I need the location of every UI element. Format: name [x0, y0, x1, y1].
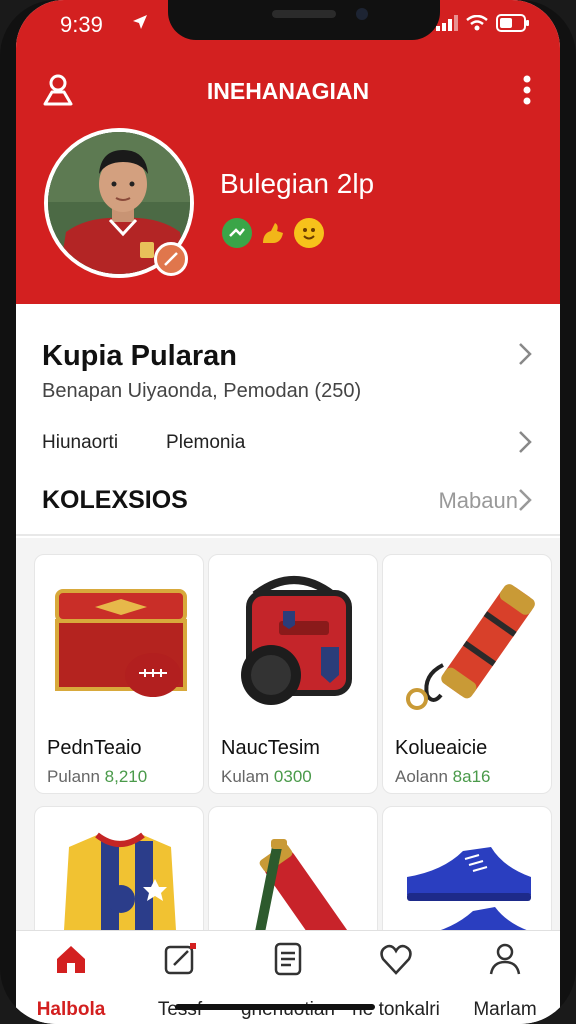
- green-badge-icon: [222, 218, 252, 248]
- product-card[interactable]: Kolueaicie Aolann 8a16: [382, 554, 552, 794]
- speaker: [272, 10, 336, 18]
- see-more-link[interactable]: Mabaun: [438, 488, 518, 514]
- location-arrow-icon: [132, 14, 148, 35]
- product-price: Aolann 8a16: [395, 767, 491, 786]
- chevron-right-icon[interactable]: [518, 430, 532, 461]
- tab-profile[interactable]: Marlam: [450, 931, 560, 1024]
- tab-label: ne tonkalri: [352, 999, 440, 1020]
- product-card[interactable]: NaucTesim Kulam 0300: [208, 554, 378, 794]
- product-price: Pulann 8,210: [47, 767, 148, 786]
- home-indicator[interactable]: [175, 1004, 375, 1010]
- phone-frame: 9:39 INEHANAGIAN Bulegian 2lp Kupia Pula…: [0, 0, 576, 1024]
- thumbs-badge-icon: [258, 218, 288, 248]
- tab-label: Halbola: [36, 999, 106, 1020]
- sports-bag-image: [209, 555, 377, 725]
- tab-edit[interactable]: Tessf: [126, 931, 234, 1024]
- battery-icon: [496, 14, 530, 37]
- front-camera: [356, 8, 368, 20]
- document-icon: [270, 941, 306, 982]
- heart-icon: [378, 941, 414, 982]
- info-row-left: Hiunaorti: [42, 432, 119, 453]
- bottle-keychain-image: [383, 555, 551, 725]
- section-title: Kupia Pularan: [42, 340, 237, 372]
- status-icons: [436, 14, 530, 37]
- product-name: PednTeaio: [47, 737, 142, 759]
- emoji-badge-icon: [294, 218, 324, 248]
- profile-header: 9:39 INEHANAGIAN Bulegian 2lp: [16, 0, 560, 304]
- tab-documents[interactable]: gnenuotian: [234, 931, 342, 1024]
- tab-label: gnenuotian: [234, 999, 342, 1021]
- status-time: 9:39: [60, 12, 103, 37]
- app-title: INEHANAGIAN: [206, 78, 370, 104]
- info-row-right: Plemonia: [166, 432, 246, 453]
- chevron-right-icon[interactable]: [518, 488, 532, 519]
- screen: 9:39 INEHANAGIAN Bulegian 2lp Kupia Pula…: [16, 0, 560, 1024]
- tab-label: Tessf: [126, 999, 234, 1021]
- product-name: NaucTesim: [221, 737, 320, 759]
- info-section: Kupia Pularan Benapan Uiyaonda, Pemodan …: [16, 304, 560, 536]
- user-icon: [487, 941, 523, 982]
- home-icon: [53, 941, 89, 982]
- tab-favorites[interactable]: ne tonkalri: [342, 931, 450, 1024]
- collections-title: KOLEXSIOS: [42, 486, 188, 514]
- product-grid: PednTeaio Pulann 8,210 NaucTesim Kulam 0…: [16, 538, 560, 1006]
- edit-avatar-icon[interactable]: [154, 242, 188, 276]
- profile-badges: [222, 218, 324, 248]
- profile-name: Bulegian 2lp: [220, 168, 375, 199]
- product-name: Kolueaicie: [395, 737, 488, 759]
- tab-home[interactable]: Halbola: [16, 931, 126, 1024]
- more-options-icon[interactable]: [522, 74, 532, 111]
- edit-icon: [162, 941, 198, 982]
- notch: [168, 0, 440, 40]
- wifi-icon: [466, 14, 488, 36]
- product-card[interactable]: PednTeaio Pulann 8,210: [34, 554, 204, 794]
- tab-label: Marlam: [473, 999, 537, 1020]
- section-subtitle: Benapan Uiyaonda, Pemodan (250): [42, 380, 362, 402]
- chevron-right-icon[interactable]: [518, 342, 532, 373]
- trophy-box-image: [35, 555, 203, 725]
- info-row[interactable]: Hiunaorti Plemonia: [42, 432, 245, 454]
- product-price: Kulam 0300: [221, 767, 312, 786]
